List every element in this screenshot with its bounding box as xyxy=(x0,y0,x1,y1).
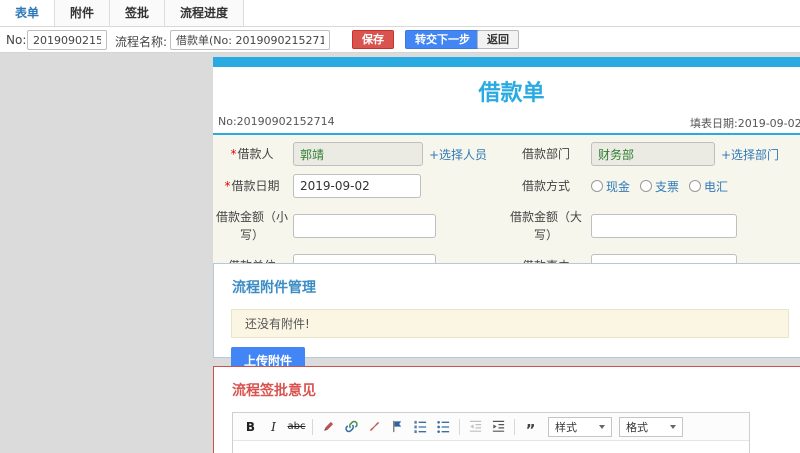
select-person-link[interactable]: +选择人员 xyxy=(429,146,487,163)
toolbar-separator xyxy=(514,418,515,435)
borrower-label: *借款人 xyxy=(230,147,274,161)
loan-method-label: 借款方式 xyxy=(521,179,570,193)
loan-method-radio-group: 现金 支票 电汇 xyxy=(591,178,728,195)
loan-date-label: *借款日期 xyxy=(224,179,280,193)
indent-icon[interactable] xyxy=(488,417,509,437)
toolbar-separator xyxy=(459,418,460,435)
toolbar: No: 流程名称: 保存 转交下一步 返回 xyxy=(0,27,800,53)
attachments-section-title: 流程附件管理 xyxy=(232,280,316,296)
loan-form-panel: 借款单 No:20190902152714 填表日期:2019-09-02 15… xyxy=(213,57,800,288)
italic-icon[interactable]: I xyxy=(263,417,284,437)
borrower-input[interactable] xyxy=(293,142,423,166)
strikethrough-icon[interactable]: abc xyxy=(286,417,307,437)
amount-lowercase-label: 借款金额（小写） xyxy=(215,210,288,242)
radio-cash[interactable]: 现金 xyxy=(591,178,630,195)
form-fill-date: 填表日期:2019-09-02 15:27:1 xyxy=(690,117,800,130)
rich-text-editor: B I abc ” 样式 格式 xyxy=(232,412,750,453)
back-button[interactable]: 返回 xyxy=(477,30,519,49)
amount-lowercase-input[interactable] xyxy=(293,214,436,238)
format-brush-icon[interactable] xyxy=(318,417,339,437)
radio-circle-icon[interactable] xyxy=(640,180,653,192)
panel-top-accent-bar xyxy=(213,57,800,67)
loan-date-input[interactable] xyxy=(293,174,421,198)
radio-circle-icon[interactable] xyxy=(689,180,702,192)
forward-next-step-button[interactable]: 转交下一步 xyxy=(405,30,480,49)
amount-uppercase-label: 借款金额（大写） xyxy=(509,210,582,242)
outdent-icon xyxy=(465,417,486,437)
process-name-input[interactable] xyxy=(170,30,330,50)
approval-section-title: 流程签批意见 xyxy=(232,383,316,399)
save-button[interactable]: 保存 xyxy=(352,30,394,49)
anchor-flag-icon[interactable] xyxy=(387,417,408,437)
editor-content-area[interactable] xyxy=(233,441,749,453)
process-name-label: 流程名称: xyxy=(115,35,168,49)
department-input[interactable] xyxy=(591,142,715,166)
toolbar-separator xyxy=(312,418,313,435)
editor-toolbar: B I abc ” 样式 格式 xyxy=(233,413,749,441)
page-title: 借款单 xyxy=(478,81,545,106)
required-mark: * xyxy=(230,147,237,161)
blockquote-icon[interactable]: ” xyxy=(520,417,541,438)
format-dropdown[interactable]: 格式 xyxy=(619,416,683,437)
tab-bar: 表单 附件 签批 流程进度 xyxy=(0,0,800,27)
tab-attachments[interactable]: 附件 xyxy=(55,0,111,26)
link-icon[interactable] xyxy=(341,417,362,437)
chevron-down-icon xyxy=(599,424,605,429)
bulleted-list-icon[interactable] xyxy=(433,417,454,437)
radio-wire[interactable]: 电汇 xyxy=(689,178,728,195)
no-input[interactable] xyxy=(27,30,107,50)
form-number: No:20190902152714 xyxy=(218,115,335,128)
tab-signoff[interactable]: 签批 xyxy=(110,0,166,26)
select-department-link[interactable]: +选择部门 xyxy=(721,146,779,163)
radio-check[interactable]: 支票 xyxy=(640,178,679,195)
chevron-down-icon xyxy=(670,424,676,429)
department-label: 借款部门 xyxy=(521,147,570,161)
required-mark: * xyxy=(224,179,231,193)
amount-uppercase-input[interactable] xyxy=(591,214,737,238)
no-attachments-alert: 还没有附件! xyxy=(231,309,789,338)
radio-circle-icon[interactable] xyxy=(591,180,603,192)
approval-comments-panel: 流程签批意见 B I abc ” 样式 格式 xyxy=(213,366,800,453)
styles-dropdown[interactable]: 样式 xyxy=(548,416,612,437)
form-meta-row: No:20190902152714 填表日期:2019-09-02 15:27:… xyxy=(213,113,800,133)
tab-progress[interactable]: 流程进度 xyxy=(165,0,245,26)
attachments-panel: 流程附件管理 还没有附件! 上传附件 xyxy=(213,263,800,374)
tab-form[interactable]: 表单 xyxy=(0,0,56,26)
no-label: No: xyxy=(6,33,27,47)
numbered-list-icon[interactable] xyxy=(410,417,431,437)
bold-icon[interactable]: B xyxy=(240,417,261,437)
unlink-icon[interactable] xyxy=(364,417,385,437)
